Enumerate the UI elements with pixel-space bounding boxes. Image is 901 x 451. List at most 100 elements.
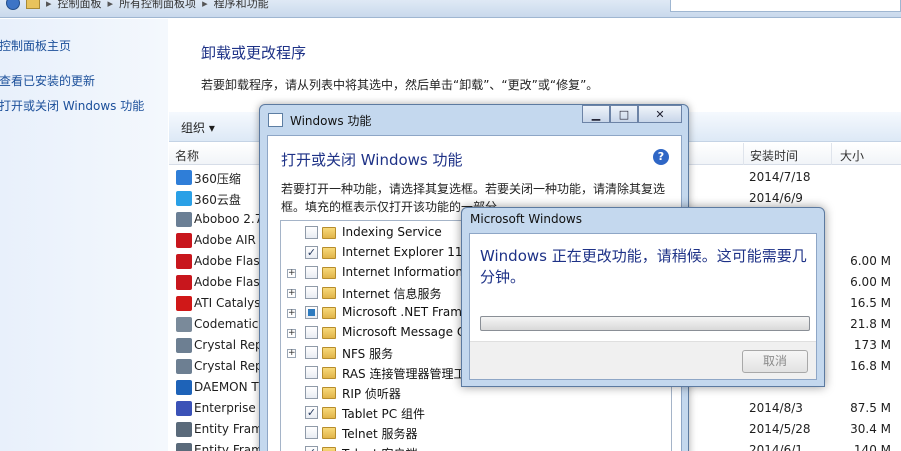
back-icon[interactable]: [6, 0, 20, 10]
feature-checkbox[interactable]: [305, 266, 318, 279]
feature-item[interactable]: Telnet 服务器: [281, 423, 671, 443]
progress-dialog: Microsoft Windows Windows 正在更改功能，请稍候。这可能…: [461, 207, 825, 387]
page-title: 卸载或更改程序: [201, 44, 307, 62]
column-name[interactable]: 名称: [175, 147, 199, 164]
breadcrumb-item[interactable]: 控制面板: [58, 0, 102, 11]
feature-label: Telnet 客户端: [342, 445, 418, 451]
program-install-date: 2014/7/18: [749, 170, 811, 184]
column-installed[interactable]: 安装时间: [750, 147, 798, 164]
program-name: DAEMON T: [194, 380, 259, 394]
feature-checkbox[interactable]: [305, 226, 318, 239]
nav-link-view-updates[interactable]: 查看已安装的更新: [0, 72, 95, 89]
program-name: Adobe Flas: [194, 254, 260, 268]
feature-label: NFS 服务: [342, 347, 394, 361]
expand-icon[interactable]: +: [287, 329, 296, 338]
program-name: Adobe AIR: [194, 233, 256, 247]
feature-checkbox[interactable]: [305, 286, 318, 299]
organize-button[interactable]: 组织 ▾: [181, 119, 215, 136]
expand-icon[interactable]: +: [287, 349, 296, 358]
program-size: 6.00 M: [850, 275, 891, 289]
feature-label: Internet Explorer 11: [342, 245, 463, 259]
breadcrumb-item[interactable]: 所有控制面板项: [119, 0, 196, 11]
program-name: Adobe Flas: [194, 275, 260, 289]
folder-icon: [322, 267, 336, 279]
feature-label: Internet Information S: [342, 265, 475, 279]
feature-checkbox[interactable]: ✓: [305, 446, 318, 451]
dialog-heading: 打开或关闭 Windows 功能: [281, 151, 463, 169]
folder-icon: [322, 227, 336, 239]
close-button[interactable]: ✕: [638, 105, 682, 123]
program-name: Entity Fram: [194, 443, 263, 451]
feature-item[interactable]: ✓ Tablet PC 组件: [281, 403, 671, 423]
program-name: Aboboo 2.7: [194, 212, 263, 226]
program-name: Crystal Rep: [194, 338, 263, 352]
folder-icon: [322, 387, 336, 399]
program-install-date: 2014/8/3: [749, 401, 803, 415]
cancel-button[interactable]: 取消: [742, 350, 808, 373]
folder-icon: [322, 287, 336, 299]
program-icon: [176, 338, 192, 353]
feature-label: Telnet 服务器: [342, 427, 418, 441]
program-size: 173 M: [853, 338, 891, 352]
maximize-button[interactable]: □: [610, 105, 638, 123]
address-bar[interactable]: ▸ 控制面板 ▸ 所有控制面板项 ▸ 程序和功能: [0, 0, 901, 18]
program-name: Entity Fram: [194, 422, 263, 436]
program-install-date: 2014/6/1: [749, 443, 803, 451]
program-icon: [176, 401, 192, 416]
expand-icon[interactable]: +: [287, 309, 296, 318]
column-size[interactable]: 大小: [840, 147, 864, 164]
program-size: 140 M: [853, 443, 891, 451]
feature-checkbox[interactable]: ✓: [305, 246, 318, 259]
nav-link-windows-features[interactable]: 打开或关闭 Windows 功能: [0, 97, 144, 114]
dialog-window-title: Windows 功能: [290, 114, 372, 128]
chevron-right-icon: ▸: [46, 0, 52, 10]
feature-checkbox[interactable]: [305, 366, 318, 379]
folder-icon: [322, 327, 336, 339]
program-name: Crystal Rep: [194, 359, 263, 373]
program-name: ATI Catalyst: [194, 296, 266, 310]
feature-label: RIP 侦听器: [342, 387, 401, 401]
folder-icon: [322, 347, 336, 359]
expand-icon[interactable]: +: [287, 289, 296, 298]
help-icon[interactable]: ?: [653, 149, 669, 165]
left-navigation: 控制面板主页 查看已安装的更新 打开或关闭 Windows 功能: [0, 19, 168, 451]
feature-checkbox[interactable]: [305, 386, 318, 399]
folder-icon: [322, 447, 336, 451]
program-size: 30.4 M: [850, 422, 891, 436]
expand-icon[interactable]: +: [287, 269, 296, 278]
program-icon: [176, 422, 192, 437]
program-size: 16.5 M: [850, 296, 891, 310]
search-input[interactable]: [670, 0, 901, 12]
folder-icon: [322, 307, 336, 319]
program-icon: [176, 317, 192, 332]
program-icon: [176, 380, 192, 395]
nav-link-control-panel-home[interactable]: 控制面板主页: [0, 37, 71, 54]
column-divider[interactable]: [831, 143, 832, 165]
program-icon: [176, 170, 192, 185]
feature-label: Microsoft Message Q: [342, 325, 467, 339]
program-name: Enterprise A: [194, 401, 268, 415]
feature-checkbox[interactable]: ✓: [305, 406, 318, 419]
program-name: Codematic2: [194, 317, 267, 331]
feature-label: Indexing Service: [342, 225, 442, 239]
dialog-footer: 取消: [470, 341, 816, 379]
minimize-button[interactable]: ▁: [582, 105, 610, 123]
feature-checkbox[interactable]: [305, 306, 318, 319]
breadcrumb-item[interactable]: 程序和功能: [214, 0, 269, 11]
chevron-right-icon: ▸: [202, 0, 208, 10]
progress-message: Windows 正在更改功能，请稍候。这可能需要几分钟。: [480, 247, 807, 286]
feature-checkbox[interactable]: [305, 426, 318, 439]
program-install-date: 2014/6/9: [749, 191, 803, 205]
feature-label: Internet 信息服务: [342, 287, 442, 301]
folder-icon: [322, 247, 336, 259]
progress-window-title: Microsoft Windows: [470, 212, 582, 226]
feature-label: Tablet PC 组件: [342, 407, 425, 421]
feature-checkbox[interactable]: [305, 326, 318, 339]
program-size: 21.8 M: [850, 317, 891, 331]
breadcrumb: ▸ 控制面板 ▸ 所有控制面板项 ▸ 程序和功能: [6, 0, 269, 12]
folder-icon: [322, 407, 336, 419]
feature-checkbox[interactable]: [305, 346, 318, 359]
column-divider[interactable]: [743, 143, 744, 165]
program-size: 87.5 M: [850, 401, 891, 415]
feature-item[interactable]: ✓ Telnet 客户端: [281, 443, 671, 451]
